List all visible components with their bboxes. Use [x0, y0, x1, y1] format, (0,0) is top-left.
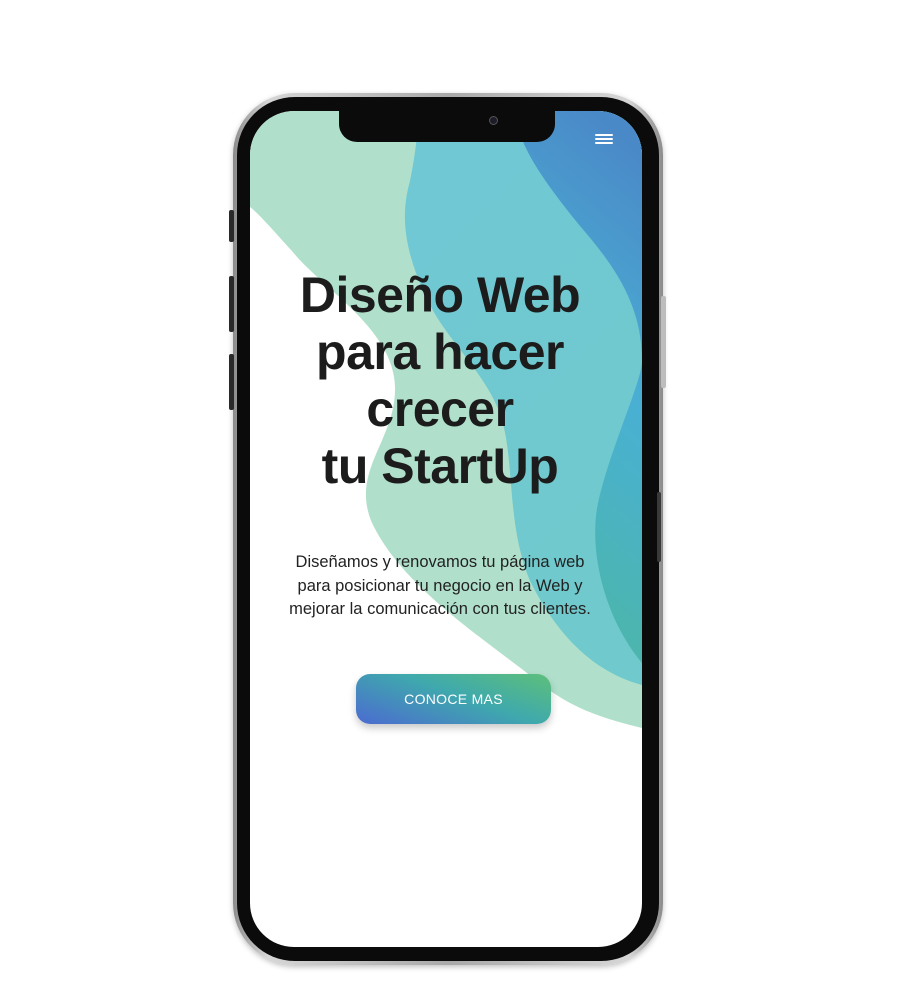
hero-title-line: para hacer: [316, 324, 564, 380]
hero-title-line: crecer: [366, 381, 514, 437]
hero-subtitle-line: Diseñamos y renovamos tu página web: [295, 553, 585, 571]
hero-title-line: tu StartUp: [321, 438, 559, 494]
side-antenna-band: [657, 492, 661, 562]
power-button: [661, 296, 666, 388]
phone-screen: Diseño Web para hacer crecer tu StartUp …: [250, 111, 642, 947]
hero-title: Diseño Web para hacer crecer tu StartUp: [250, 267, 630, 495]
mockup-stage: Diseño Web para hacer crecer tu StartUp …: [0, 0, 899, 981]
menu-bar: [595, 142, 613, 144]
hero-title-line: Diseño Web: [299, 267, 581, 323]
volume-up-button: [229, 276, 234, 332]
background-waves: [250, 111, 642, 728]
hero-subtitle: Diseñamos y renovamos tu página web para…: [270, 551, 610, 622]
conoce-mas-button[interactable]: CONOCE MAS: [356, 674, 551, 724]
silent-switch: [229, 210, 234, 242]
hamburger-menu-icon[interactable]: [594, 131, 614, 147]
notch: [339, 111, 555, 142]
menu-bar: [595, 138, 613, 140]
hero-subtitle-line: mejorar la comunicación con tus clientes…: [289, 600, 591, 618]
menu-bar: [595, 134, 613, 136]
volume-down-button: [229, 354, 234, 410]
hero-subtitle-line: para posicionar tu negocio en la Web y: [297, 576, 583, 595]
front-camera: [489, 116, 498, 125]
